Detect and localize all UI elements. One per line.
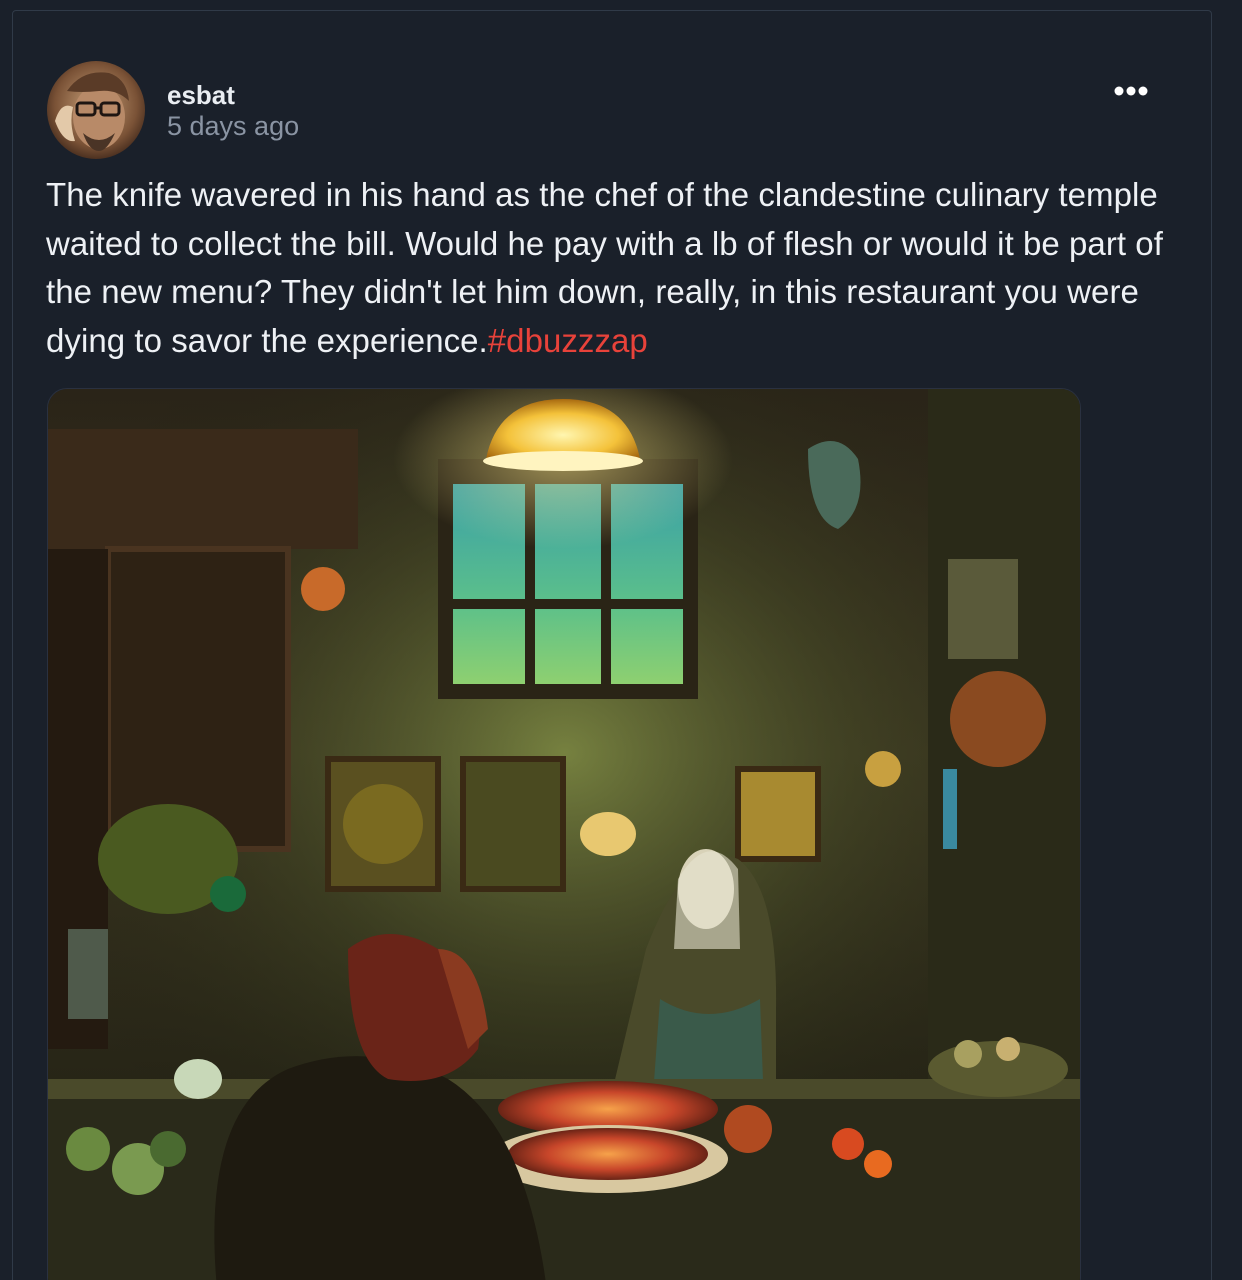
restaurant-scene-image [48,389,1080,1280]
author-name[interactable]: esbat [167,80,299,110]
avatar-image [47,61,145,159]
page: esbat 5 days ago The knife wavered in hi… [0,0,1242,1280]
more-dots-icon [1114,86,1148,96]
avatar[interactable] [47,61,145,159]
post-body: The knife wavered in his hand as the che… [46,171,1196,365]
post-timestamp[interactable]: 5 days ago [167,110,299,142]
post-header: esbat 5 days ago [47,61,299,159]
post-card: esbat 5 days ago The knife wavered in hi… [12,10,1212,1280]
more-options-button[interactable] [1107,75,1155,107]
post-image[interactable] [47,388,1081,1280]
hashtag-link[interactable]: #dbuzzzap [488,322,648,359]
author-meta: esbat 5 days ago [167,78,299,142]
